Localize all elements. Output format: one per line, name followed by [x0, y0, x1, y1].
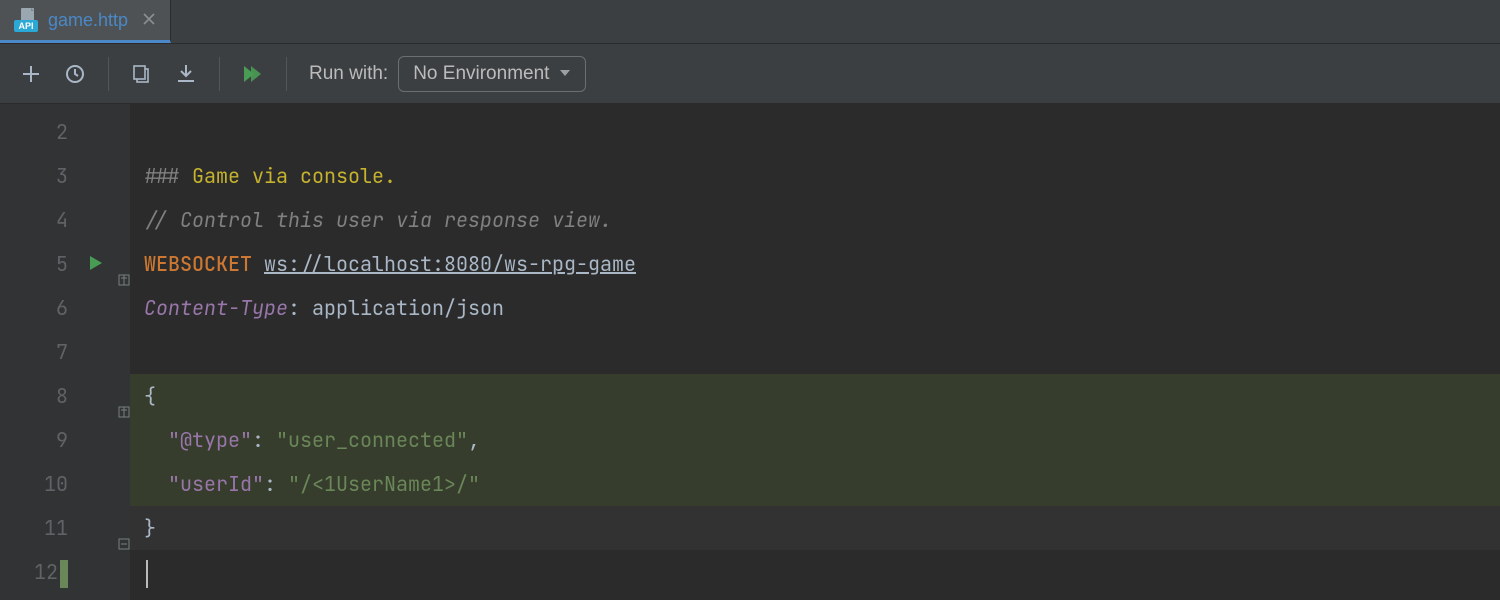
line-number: 2: [0, 110, 130, 154]
toolbar-separator-2: [219, 57, 220, 91]
code-line: "userId": "/<1UserName1>/": [130, 462, 1500, 506]
environment-value: No Environment: [413, 63, 549, 85]
code-line: "@type": "user_connected",: [130, 418, 1500, 462]
svg-text:API: API: [18, 21, 33, 31]
line-number: 4: [0, 198, 130, 242]
tab-filename: game.http: [48, 10, 128, 31]
code-line: {: [130, 374, 1500, 418]
line-number: 11: [0, 506, 130, 550]
code-line: [130, 330, 1500, 374]
current-line-indicator: [60, 560, 68, 588]
line-number: 12: [0, 550, 130, 594]
fold-start-icon[interactable]: [116, 389, 130, 403]
code-line: ### Game via console.: [130, 154, 1500, 198]
code-line: [130, 550, 1500, 594]
code-line: // Control this user via response view.: [130, 198, 1500, 242]
code-line: Content-Type: application/json: [130, 286, 1500, 330]
http-toolbar: Run with: No Environment: [0, 44, 1500, 104]
tab-bar: API game.http: [0, 0, 1500, 44]
fold-start-icon[interactable]: [116, 257, 130, 271]
chevron-down-icon: [559, 63, 571, 85]
fold-end-icon[interactable]: [116, 521, 130, 535]
line-number: 9: [0, 418, 130, 462]
toolbar-separator-3: [286, 57, 287, 91]
code-line: WEBSOCKET ws://localhost:8080/ws-rpg-gam…: [130, 242, 1500, 286]
line-number: 7: [0, 330, 130, 374]
line-number: 10: [0, 462, 130, 506]
run-all-button[interactable]: [236, 57, 270, 91]
line-number: 5: [0, 242, 130, 286]
history-button[interactable]: [58, 57, 92, 91]
http-api-file-icon: API: [14, 8, 40, 32]
line-number: 8: [0, 374, 130, 418]
code-editor[interactable]: 2 3 4 5 6 7 8 9 10 11 12 ### Game via: [0, 104, 1500, 600]
close-tab-icon[interactable]: [142, 9, 156, 32]
code-line: [130, 110, 1500, 154]
run-with-label: Run with:: [309, 63, 388, 85]
environment-select[interactable]: No Environment: [398, 56, 586, 92]
gutter: 2 3 4 5 6 7 8 9 10 11 12: [0, 104, 130, 600]
add-request-button[interactable]: [14, 57, 48, 91]
line-number: 6: [0, 286, 130, 330]
file-tab[interactable]: API game.http: [0, 0, 171, 43]
copy-button[interactable]: [125, 57, 159, 91]
line-number: 3: [0, 154, 130, 198]
run-gutter-icon[interactable]: [88, 242, 104, 286]
code-line: }: [130, 506, 1500, 550]
toolbar-separator: [108, 57, 109, 91]
import-button[interactable]: [169, 57, 203, 91]
code-area[interactable]: ### Game via console. // Control this us…: [130, 104, 1500, 600]
text-caret: [146, 560, 148, 588]
